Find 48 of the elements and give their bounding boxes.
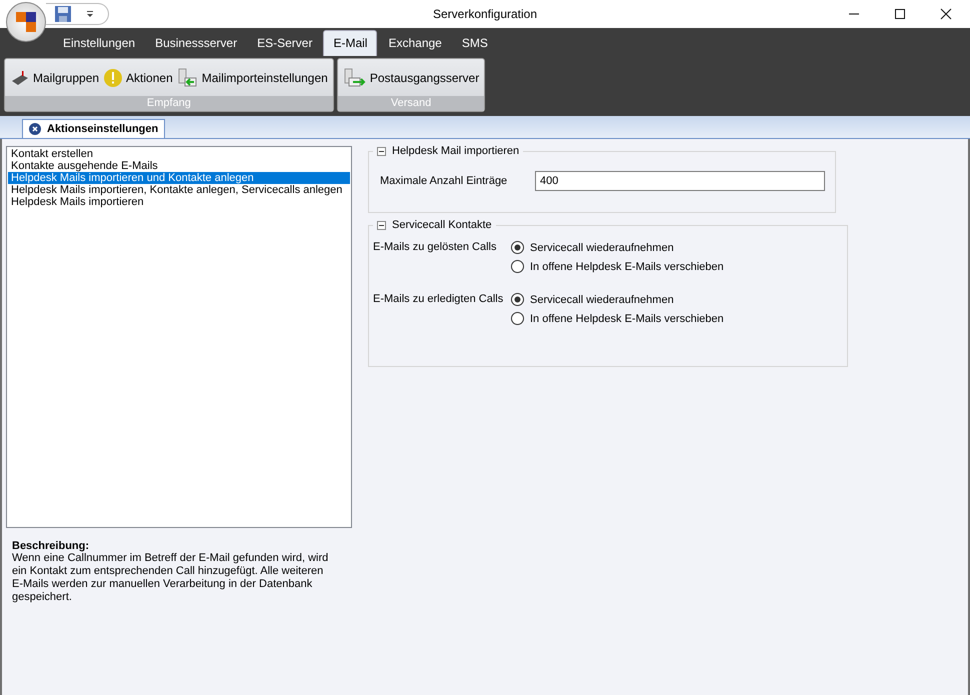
radio-option[interactable]: In offene Helpdesk E-Mails verschieben: [511, 312, 724, 325]
customize-dropdown-icon[interactable]: [86, 10, 94, 18]
field-label: Maximale Anzahl Einträge: [380, 175, 508, 187]
list-item[interactable]: Helpdesk Mails importieren, Kontakte anlegen, Servicecalls anlegen: [8, 184, 350, 196]
ribbon-button[interactable]: Mailgruppen: [8, 66, 102, 88]
list-item[interactable]: Kontakt erstellen: [8, 148, 350, 160]
server-export-icon: [342, 68, 367, 88]
ribbon-tab[interactable]: Exchange: [379, 31, 451, 56]
option-label: E-Mails zu gelösten Calls: [373, 241, 498, 255]
mailbox-icon: [10, 68, 30, 86]
ribbon-tab[interactable]: Einstellungen: [54, 31, 144, 56]
ribbon-button[interactable]: Aktionen: [101, 66, 175, 90]
list-item[interactable]: Kontakte ausgehende E-Mails: [8, 160, 350, 172]
warning-icon: [103, 68, 124, 88]
list-item[interactable]: Helpdesk Mails importieren und Kontakte anlegen: [8, 172, 350, 184]
close-icon[interactable]: [29, 123, 41, 135]
document-tab[interactable]: Aktionseinstellungen: [22, 119, 166, 138]
radio-option[interactable]: In offene Helpdesk E-Mails verschieben: [511, 260, 724, 273]
radio-icon[interactable]: [511, 241, 524, 254]
collapse-icon[interactable]: [377, 146, 386, 156]
group-label: Empfang: [5, 96, 333, 111]
ribbon-button[interactable]: Postausgangsserver: [340, 66, 482, 90]
group-title: Helpdesk Mail importieren: [392, 145, 520, 157]
radio-icon[interactable]: [511, 293, 524, 306]
ribbon-tab[interactable]: Businessserver: [146, 31, 246, 56]
collapse-icon[interactable]: [377, 220, 386, 230]
description-text: Wenn eine Callnummer im Betreff der E-Mail gefunden wird, wird ein Kontakt zum entsprechenden Call hinzugefügt. Alle weiteren E-Mails werden zur manuellen Verarbeitung in der Datenbank gespeichert.: [12, 552, 330, 604]
app-menu-button[interactable]: [6, 2, 46, 42]
group-label: Versand: [338, 96, 484, 111]
option-label: E-Mails zu erledigten Calls: [373, 293, 504, 307]
radio-icon[interactable]: [511, 312, 524, 325]
radio-option[interactable]: Servicecall wiederaufnehmen: [511, 241, 724, 254]
server-import-icon: [176, 68, 199, 88]
ribbon-button[interactable]: Mailimporteinstellungen: [174, 66, 330, 90]
input-field[interactable]: 400: [535, 171, 825, 191]
radio-option[interactable]: Servicecall wiederaufnehmen: [511, 293, 724, 306]
ribbon-tab[interactable]: ES-Server: [248, 31, 322, 56]
window-title: Serverkonfiguration: [432, 7, 538, 21]
maximize-icon[interactable]: [894, 8, 906, 20]
ribbon-tab[interactable]: SMS: [452, 31, 497, 56]
list-item[interactable]: Helpdesk Mails importieren: [8, 196, 350, 208]
close-icon[interactable]: [940, 8, 952, 20]
logo-icon: [13, 9, 39, 35]
ribbon-tab[interactable]: E-Mail: [323, 30, 378, 56]
group-title: Servicecall Kontakte: [392, 219, 492, 231]
description-title: Beschreibung:: [12, 540, 90, 552]
radio-icon[interactable]: [511, 260, 524, 273]
save-icon[interactable]: [54, 5, 72, 23]
